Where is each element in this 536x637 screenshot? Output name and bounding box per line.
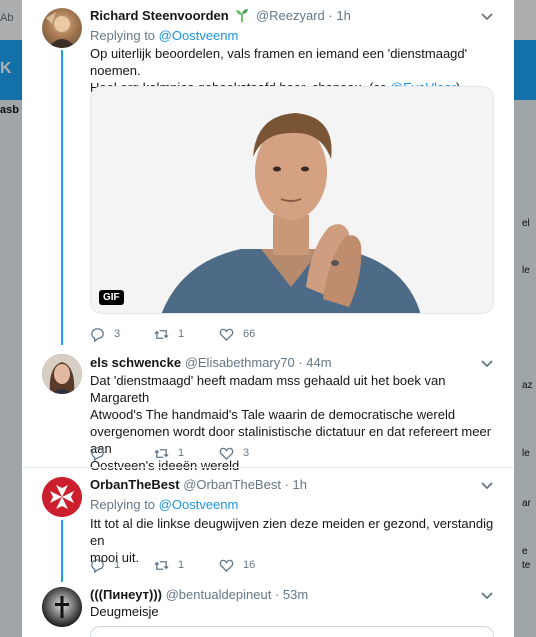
tweet-text-line: Atwood's The handmaid's Tale waarin de d…	[90, 407, 456, 422]
reply-icon	[91, 446, 104, 461]
display-name[interactable]: (((Пинеут)))	[90, 587, 162, 602]
reply-count: 3	[114, 328, 121, 340]
tweet-header: els schwencke @Elisabethmary70 · 44m	[90, 355, 332, 370]
tweet-time[interactable]: · 1h	[328, 8, 350, 23]
tweet-time[interactable]: · 44m	[298, 355, 331, 370]
tweet-actions: 1 3	[90, 444, 494, 462]
like-button[interactable]: 16	[219, 556, 255, 574]
reply-button[interactable]: 3	[90, 325, 120, 343]
tweet[interactable]: Richard Steenvoorden @Reezyard · 1h Repl…	[22, 0, 514, 345]
tweet-header: (((Пинеут))) @bentualdepineut · 53m	[90, 587, 308, 602]
reply-button[interactable]	[90, 444, 114, 462]
retweet-button[interactable]: 1	[154, 556, 184, 574]
chevron-down-icon[interactable]	[480, 478, 494, 492]
retweet-button[interactable]: 1	[154, 325, 184, 343]
retweet-count: 1	[178, 559, 185, 571]
tweet-header: OrbanTheBest @OrbanTheBest · 1h	[90, 477, 307, 492]
user-handle[interactable]: @OrbanTheBest	[183, 477, 281, 492]
like-button[interactable]: 3	[219, 444, 249, 462]
thread-line	[61, 520, 63, 582]
avatar[interactable]	[42, 8, 82, 48]
heart-icon	[219, 559, 234, 572]
gif-media[interactable]: GIF	[90, 86, 494, 314]
reply-icon	[91, 558, 104, 573]
user-handle[interactable]: @Reezyard	[256, 8, 325, 23]
reply-icon	[91, 327, 104, 342]
quoted-media-card[interactable]	[90, 626, 494, 637]
avatar[interactable]	[42, 587, 82, 627]
tweet-text-line: Deugmeisje	[90, 604, 159, 619]
heart-icon	[219, 328, 234, 341]
replying-to: Replying to @Oostveenm	[90, 497, 238, 512]
replying-to-label: Replying to	[90, 497, 156, 512]
avatar[interactable]	[42, 354, 82, 394]
tweet-time[interactable]: · 1h	[285, 477, 307, 492]
tweet[interactable]: OrbanTheBest @OrbanTheBest · 1h Replying…	[22, 468, 514, 582]
seedling-icon	[236, 9, 249, 22]
chevron-down-icon[interactable]	[480, 9, 494, 23]
tweet-header: Richard Steenvoorden @Reezyard · 1h	[90, 8, 351, 23]
gif-image	[91, 87, 493, 313]
conversation-modal: Richard Steenvoorden @Reezyard · 1h Repl…	[22, 0, 514, 637]
like-count: 3	[243, 447, 250, 459]
retweet-count: 1	[178, 328, 185, 340]
display-name[interactable]: Richard Steenvoorden	[90, 8, 229, 23]
maltese-cross-icon	[42, 477, 82, 517]
avatar-image	[42, 587, 82, 627]
replying-to-handle[interactable]: @Oostveenm	[159, 28, 239, 43]
user-handle[interactable]: @bentualdepineut	[166, 587, 272, 602]
retweet-count: 1	[178, 447, 185, 459]
replying-to: Replying to @Oostveenm	[90, 28, 238, 43]
retweet-button[interactable]: 1	[154, 444, 184, 462]
retweet-icon	[154, 329, 169, 339]
tweet-text-line: Itt tot al die linkse deugwijven zien de…	[90, 516, 494, 548]
reply-count: 1	[114, 559, 121, 571]
chevron-down-icon[interactable]	[480, 588, 494, 602]
avatar[interactable]	[42, 477, 82, 517]
like-button[interactable]: 66	[219, 325, 255, 343]
replying-to-handle[interactable]: @Oostveenm	[159, 497, 239, 512]
chevron-down-icon[interactable]	[480, 356, 494, 370]
tweet-time[interactable]: · 53m	[275, 587, 308, 602]
thread-line	[61, 50, 63, 345]
tweet-actions: 1 1 16	[90, 556, 494, 574]
gif-badge: GIF	[99, 290, 124, 305]
tweet-actions: 3 1 66	[90, 325, 494, 343]
heart-icon	[219, 447, 234, 460]
reply-button[interactable]: 1	[90, 556, 120, 574]
replying-to-label: Replying to	[90, 28, 156, 43]
like-count: 16	[243, 559, 256, 571]
like-count: 66	[243, 328, 256, 340]
avatar-image	[46, 12, 76, 48]
tweet-text-line: Dat 'dienstmaagd' heeft madam mss gehaal…	[90, 373, 446, 405]
tweet[interactable]: els schwencke @Elisabethmary70 · 44m Dat…	[22, 345, 514, 473]
display-name[interactable]: els schwencke	[90, 355, 181, 370]
tweet-text-line: Op uiterlijk beoordelen, vals framen en …	[90, 46, 468, 78]
retweet-icon	[154, 560, 169, 570]
tweet-text: Deugmeisje	[90, 603, 500, 620]
avatar-image	[42, 354, 82, 394]
retweet-icon	[154, 448, 169, 458]
user-handle[interactable]: @Elisabethmary70	[185, 355, 295, 370]
display-name[interactable]: OrbanTheBest	[90, 477, 180, 492]
